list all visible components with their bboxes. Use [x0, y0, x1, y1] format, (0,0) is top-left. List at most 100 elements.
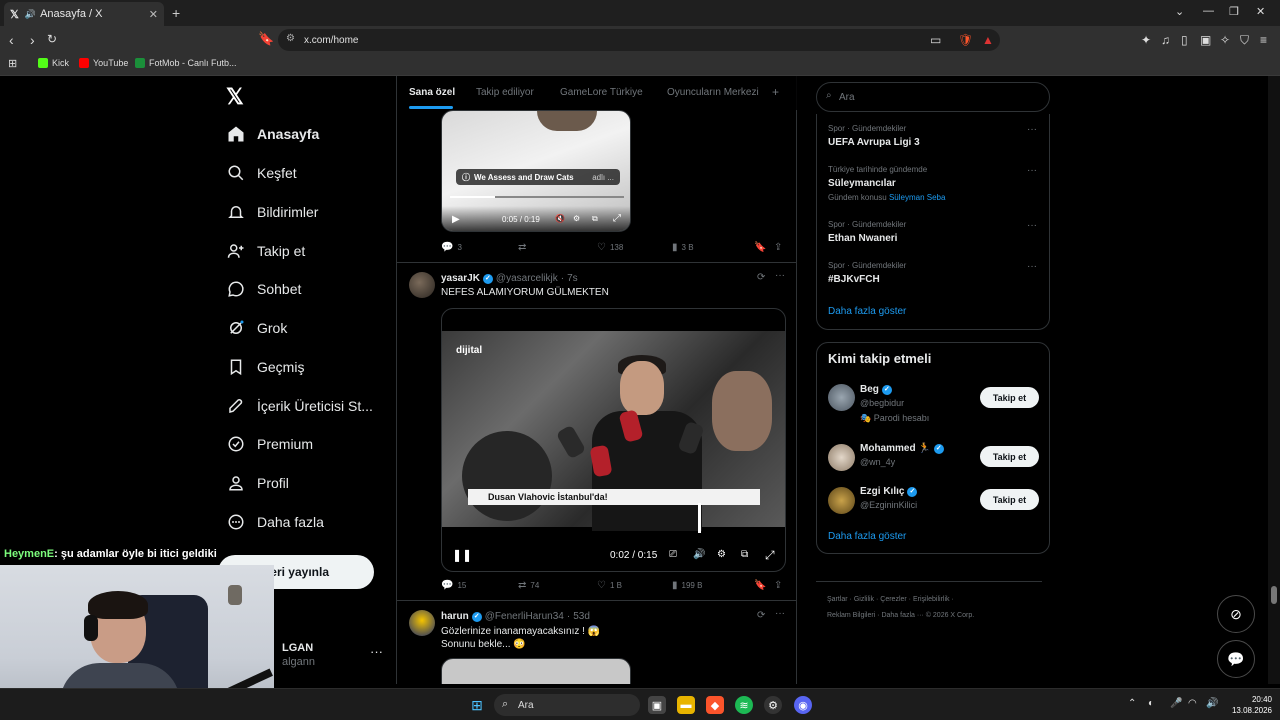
- tab-for-you[interactable]: Sana özel: [409, 87, 455, 98]
- bookmark-page-icon[interactable]: 🔖: [258, 31, 274, 47]
- back-icon[interactable]: ‹: [9, 32, 14, 48]
- menu-icon[interactable]: ≡: [1260, 33, 1267, 47]
- footer-links[interactable]: Şartlar · Gizlilik · Çerezler · Erişileb…: [827, 596, 954, 603]
- scrollbar-thumb[interactable]: [1271, 586, 1277, 604]
- tweet-more-icon[interactable]: ···: [775, 608, 785, 619]
- brave-rewards-icon[interactable]: ▲: [982, 33, 994, 47]
- follow-button[interactable]: Takip et: [980, 446, 1039, 467]
- pip-icon[interactable]: ⧉: [592, 214, 598, 224]
- reply-button[interactable]: 💬 15: [441, 580, 466, 591]
- nav-grok[interactable]: Grok: [226, 313, 287, 343]
- task-view-icon[interactable]: ▣: [648, 696, 666, 714]
- fullscreen-icon[interactable]: ⤢: [765, 548, 775, 563]
- avatar[interactable]: [409, 272, 435, 298]
- trend-more-icon[interactable]: ···: [1027, 261, 1037, 272]
- add-tab-icon[interactable]: +: [772, 85, 779, 99]
- tray-app-icon[interactable]: ◐: [1148, 698, 1154, 709]
- site-settings-icon[interactable]: ⚙: [286, 33, 295, 44]
- browser-tab[interactable]: 𝕏 🔊 Anasayfa / X ✕: [4, 2, 164, 26]
- forward-icon[interactable]: ›: [30, 32, 35, 48]
- tweet3-media[interactable]: [441, 658, 631, 684]
- cast-icon[interactable]: ▭: [930, 33, 941, 47]
- close-window-icon[interactable]: ✕: [1256, 5, 1265, 18]
- spotify-icon[interactable]: ≋: [735, 696, 753, 714]
- sidebar-toggle-icon[interactable]: ▯: [1181, 33, 1188, 47]
- tab-following[interactable]: Takip ediliyor: [476, 87, 534, 98]
- nav-chat[interactable]: Sohbet: [226, 274, 301, 304]
- nav-premium[interactable]: Premium: [226, 429, 313, 459]
- url-field[interactable]: ⚙ x.com/home: [278, 29, 1000, 51]
- reload-icon[interactable]: ↻: [47, 32, 57, 46]
- captions-icon[interactable]: ⎚: [669, 549, 677, 560]
- leo-ai-icon[interactable]: ✧: [1220, 33, 1230, 47]
- nav-home[interactable]: Anasayfa: [226, 119, 319, 149]
- tray-overflow-icon[interactable]: ⌃: [1128, 698, 1136, 709]
- avatar[interactable]: [828, 487, 855, 514]
- suggested-user-name[interactable]: Beg ✓: [860, 384, 892, 395]
- discord-icon[interactable]: ◉: [794, 696, 812, 714]
- tweet2-author[interactable]: yasarJK ✓ @yasarcelikjk · 7s: [441, 273, 578, 284]
- volume-icon[interactable]: 🔊: [693, 549, 705, 560]
- bookmark-kick[interactable]: Kick: [38, 58, 69, 68]
- nav-more[interactable]: Daha fazla: [226, 507, 324, 537]
- share-button[interactable]: ⇪: [774, 580, 782, 591]
- trend-more-icon[interactable]: ···: [1027, 220, 1037, 231]
- trends-show-more[interactable]: Daha fazla göster: [828, 306, 906, 317]
- tab-close-icon[interactable]: ✕: [149, 8, 158, 21]
- who-show-more[interactable]: Daha fazla göster: [828, 531, 906, 542]
- extensions-icon[interactable]: ✦: [1141, 33, 1151, 47]
- brave-browser-icon[interactable]: ◆: [706, 696, 724, 714]
- taskbar-clock[interactable]: 20:40 13.08.2026: [1228, 694, 1272, 716]
- avatar[interactable]: [409, 610, 435, 636]
- tab-search-icon[interactable]: ⌄: [1175, 5, 1184, 18]
- bookmark-youtube[interactable]: YouTube: [79, 58, 128, 68]
- minimize-icon[interactable]: —: [1203, 5, 1214, 17]
- views-button[interactable]: ▮ 199 B: [672, 580, 702, 591]
- like-button[interactable]: ♡ 1 B: [597, 580, 622, 591]
- vlahovic-video[interactable]: dijital Dusan Vlahovic İstanbul'da! ❚❚ 0…: [441, 308, 786, 572]
- trend-more-icon[interactable]: ···: [1027, 124, 1037, 135]
- new-tab-icon[interactable]: +: [172, 5, 180, 21]
- account-menu-icon[interactable]: ···: [370, 644, 383, 659]
- share-button[interactable]: ⇪: [774, 242, 782, 253]
- x-logo-icon[interactable]: 𝕏: [226, 84, 244, 110]
- suggested-user-name[interactable]: Mohammed 🏃 ✓: [860, 443, 944, 454]
- bookmark-button[interactable]: 🔖: [754, 242, 766, 253]
- nav-notifications[interactable]: Bildirimler: [226, 197, 318, 227]
- grok-fab-icon[interactable]: ⊘: [1217, 595, 1255, 633]
- retweet-button[interactable]: ⇄: [518, 242, 526, 253]
- media-icon[interactable]: ♫: [1161, 33, 1170, 47]
- tab-oyuncularin-merkezi[interactable]: Oyuncuların Merkezi: [667, 87, 759, 98]
- follow-button[interactable]: Takip et: [980, 489, 1039, 510]
- views-button[interactable]: ▮ 3 B: [672, 242, 694, 253]
- file-explorer-icon[interactable]: ▬: [677, 696, 695, 714]
- video-scrubber[interactable]: [698, 503, 701, 533]
- pip-icon[interactable]: ⧉: [741, 549, 748, 560]
- grok-explain-icon[interactable]: ⟳: [757, 272, 765, 283]
- trend-more-icon[interactable]: ···: [1027, 165, 1037, 176]
- nav-creator-studio[interactable]: İçerik Üreticisi St...: [226, 391, 373, 421]
- suggested-user-name[interactable]: Ezgi Kılıç ✓: [860, 486, 918, 497]
- trend-item[interactable]: UEFA Avrupa Ligi 3: [828, 137, 920, 148]
- pause-icon[interactable]: ❚❚: [452, 548, 472, 562]
- tweet-more-icon[interactable]: ···: [775, 270, 785, 281]
- account-name[interactable]: LGAN: [282, 642, 313, 654]
- bookmark-button[interactable]: 🔖: [754, 580, 766, 591]
- tab-gamelore[interactable]: GameLore Türkiye: [560, 87, 643, 98]
- follow-button[interactable]: Takip et: [980, 387, 1039, 408]
- cat-video[interactable]: ⓘ We Assess and Draw Cats adlı ... ▶ 0:0…: [441, 110, 631, 232]
- like-button[interactable]: ♡ 138: [597, 242, 623, 253]
- bookmark-fotmob[interactable]: FotMob - Canlı Futb...: [135, 58, 237, 68]
- nav-profile[interactable]: Profil: [226, 468, 289, 498]
- tweet3-author[interactable]: harun ✓ @FenerliHarun34 · 53d: [441, 611, 590, 622]
- search-input[interactable]: ⌕ Ara: [816, 82, 1050, 112]
- settings-icon[interactable]: ⚙: [573, 214, 580, 223]
- wallet-icon[interactable]: ▣: [1200, 33, 1211, 47]
- trend-item[interactable]: #BJKvFCH: [828, 274, 880, 285]
- footer-links-2[interactable]: Reklam Bilgileri · Daha fazla ··· © 2026…: [827, 612, 974, 619]
- maximize-icon[interactable]: ❐: [1229, 5, 1239, 18]
- wifi-icon[interactable]: ◠: [1188, 698, 1197, 709]
- volume-icon[interactable]: 🔊: [1206, 698, 1218, 709]
- windows-start-icon[interactable]: ⊞: [468, 696, 486, 714]
- messages-fab-icon[interactable]: 💬: [1217, 640, 1255, 678]
